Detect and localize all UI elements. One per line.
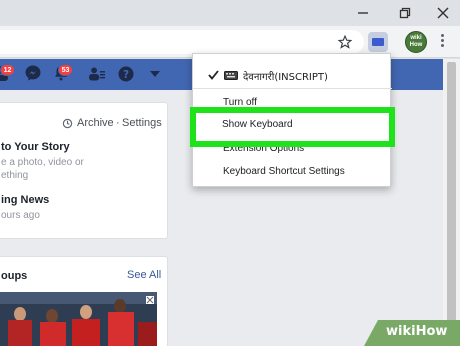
story-title[interactable]: ing News [1,194,49,206]
help-icon[interactable]: ? [117,65,135,83]
notifications-badge: 53 [58,64,73,76]
menu-separator [193,88,392,89]
minimize-button[interactable] [346,0,380,26]
add-story-subtitle: e a photo, video or [1,157,84,168]
archive-clock-icon [62,118,73,129]
add-story-subtitle-2: ething [1,170,29,181]
svg-text:?: ? [123,69,129,81]
link-separator: · [116,117,120,129]
profile-avatar[interactable]: wiki How [405,31,427,53]
account-dropdown-icon[interactable] [150,71,160,79]
checkmark-icon [208,70,219,80]
group-photo-image [0,292,157,346]
friends-icon[interactable] [88,66,106,82]
messenger-icon[interactable] [24,64,42,82]
restore-button[interactable] [388,0,422,26]
keyboard-extension-icon [372,38,384,46]
keyboard-icon [224,71,238,80]
wikihow-watermark: wikiHow [364,320,460,346]
address-bar[interactable] [0,30,364,54]
window-titlebar [0,0,460,26]
minimize-icon [358,12,368,14]
add-story-title[interactable]: to Your Story [1,141,70,153]
scrollbar-thumb[interactable] [447,62,456,342]
star-icon[interactable] [338,35,352,49]
archive-link[interactable]: Archive [77,117,114,129]
friend-requests-badge: 12 [0,64,15,76]
keyboard-extension-button[interactable] [368,32,388,52]
stories-card: Archive · Settings to Your Story e a pho… [0,102,168,239]
watermark-text: wikiHow [386,324,448,339]
menu-item-keyboard-shortcut-settings[interactable]: Keyboard Shortcut Settings [193,161,392,183]
restore-icon [399,7,411,19]
group-photo[interactable] [0,292,157,346]
story-timestamp: ours ago [1,210,40,221]
menu-item-label-inscript: देवनागरी(INSCRIPT) [243,72,328,83]
close-icon [437,7,449,19]
menu-item-label-show-keyboard: Show Keyboard [222,119,293,130]
settings-link[interactable]: Settings [122,117,162,129]
profile-avatar-text: wiki How [409,35,423,48]
browser-menu-button[interactable] [437,34,447,50]
menu-item-label-shortcut-settings: Keyboard Shortcut Settings [223,166,345,177]
menu-item-inscript[interactable]: देवनागरी(INSCRIPT) [193,64,392,86]
see-all-link[interactable]: See All [127,269,161,281]
groups-title: oups [1,270,28,282]
menu-item-show-keyboard[interactable]: Show Keyboard [190,107,395,147]
close-button[interactable] [426,0,460,26]
